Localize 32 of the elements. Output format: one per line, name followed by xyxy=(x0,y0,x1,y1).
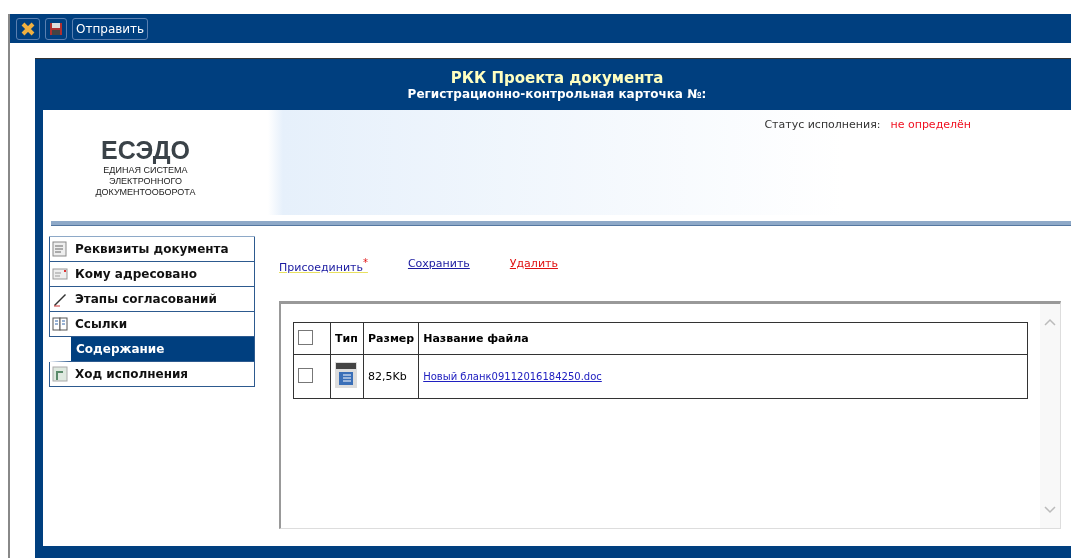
save-button[interactable] xyxy=(45,17,67,40)
form-icon xyxy=(52,241,68,257)
sidebar-item[interactable]: Этапы согласований xyxy=(49,287,255,312)
table-cell: 82,5Kb xyxy=(363,354,419,399)
column-header: Тип xyxy=(330,322,364,355)
logo-tagline: ЕДИНАЯ СИСТЕМА ЭЛЕКТРОННОГО ДОКУМЕНТООБОРОТА xyxy=(95,164,196,198)
pages-icon xyxy=(52,316,68,332)
save-icon xyxy=(49,21,63,36)
required-mark: * xyxy=(362,257,368,268)
status-value: не определён xyxy=(890,118,971,131)
close-button[interactable] xyxy=(16,17,40,40)
select-all-checkbox[interactable] xyxy=(298,329,313,345)
card-title: РКК Проекта документа xyxy=(450,68,664,87)
column-header: Название файла xyxy=(418,322,1028,355)
sidebar-item[interactable]: Ссылки xyxy=(49,312,255,337)
close-icon xyxy=(20,20,36,37)
status-label: Статус исполнения: xyxy=(764,118,881,131)
pencil-icon xyxy=(52,291,68,307)
logo-name: ЕСЭДО xyxy=(101,135,190,165)
column-header: Размер xyxy=(363,322,419,355)
delete-link[interactable]: Удалить xyxy=(509,257,558,270)
doc-file-icon xyxy=(335,362,357,388)
envelope-icon xyxy=(52,266,68,282)
sidebar-item[interactable]: Кому адресовано xyxy=(49,262,255,287)
send-button[interactable]: Отправить xyxy=(72,17,149,40)
sidebar-item[interactable]: Реквизиты документа xyxy=(49,237,255,262)
sidebar-item[interactable]: Содержание xyxy=(49,337,255,362)
sidebar-item[interactable]: Ход исполнения xyxy=(49,362,255,387)
save-link[interactable]: Сохранить xyxy=(407,257,470,270)
card-subtitle: Регистрационно-контрольная карточка №: xyxy=(407,86,707,101)
row-checkbox[interactable] xyxy=(298,367,313,383)
file-link[interactable]: Новый бланк09112016184250.doc xyxy=(423,371,602,382)
